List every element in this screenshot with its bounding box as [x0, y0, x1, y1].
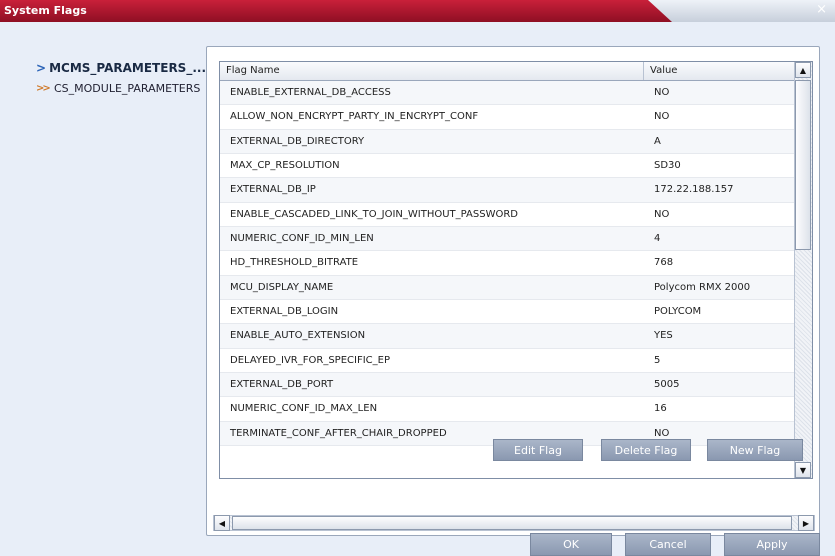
sidebar-item-mcms-parameters[interactable]: > MCMS_PARAMETERS_... — [36, 58, 206, 78]
cancel-button[interactable]: Cancel — [625, 533, 711, 556]
flag-name-cell: EXTERNAL_DB_IP — [230, 184, 316, 196]
table-body: ENABLE_EXTERNAL_DB_ACCESS NO ALLOW_NON_ENC… — [220, 81, 794, 447]
scroll-right-icon[interactable]: ▶ — [798, 515, 814, 531]
table-row[interactable]: HD_THRESHOLD_BITRATE 768 — [220, 251, 794, 276]
sidebar-item-label: MCMS_PARAMETERS_... — [49, 61, 206, 75]
apply-button[interactable]: Apply — [724, 533, 820, 556]
table-row[interactable]: EXTERNAL_DB_LOGIN POLYCOM — [220, 300, 794, 325]
table-row[interactable]: MCU_DISPLAY_NAME Polycom RMX 2000 — [220, 275, 794, 301]
column-header-flag-name[interactable]: Flag Name — [220, 62, 644, 80]
vertical-scrollbar[interactable]: ▲ ▼ — [794, 62, 812, 478]
flag-value-cell: NO — [654, 208, 670, 220]
delete-flag-button[interactable]: Delete Flag — [601, 439, 691, 461]
window-title: System Flags — [4, 4, 87, 17]
new-flag-button[interactable]: New Flag — [707, 439, 803, 461]
flag-name-cell: EXTERNAL_DB_PORT — [230, 379, 334, 391]
flag-name-cell: MCU_DISPLAY_NAME — [230, 281, 334, 293]
table-row[interactable]: EXTERNAL_DB_IP 172.22.188.157 — [220, 178, 794, 203]
scroll-left-icon[interactable]: ◀ — [214, 515, 230, 531]
horizontal-scroll-thumb[interactable] — [232, 516, 792, 530]
table-row[interactable]: ENABLE_EXTERNAL_DB_ACCESS NO — [220, 81, 794, 106]
title-bar: System Flags × — [0, 0, 835, 22]
flag-name-cell: EXTERNAL_DB_DIRECTORY — [230, 135, 365, 147]
flag-name-cell: ENABLE_EXTERNAL_DB_ACCESS — [230, 87, 391, 98]
flag-value-cell: POLYCOM — [654, 306, 702, 318]
flag-name-cell: ALLOW_NON_ENCRYPT_PARTY_IN_ENCRYPT_CONF — [230, 111, 479, 123]
double-arrow-right-icon: >> — [36, 82, 51, 94]
table-row[interactable]: EXTERNAL_DB_DIRECTORY A — [220, 129, 794, 155]
scroll-up-icon[interactable]: ▲ — [795, 62, 811, 78]
flag-value-cell: 16 — [654, 403, 667, 415]
arrow-right-icon: > — [36, 61, 47, 75]
flag-value-cell: 172.22.188.157 — [654, 184, 734, 196]
flag-value-cell: SD30 — [654, 160, 681, 172]
ok-button[interactable]: OK — [530, 533, 612, 556]
table-row[interactable]: DELAYED_IVR_FOR_SPECIFIC_EP 5 — [220, 349, 794, 374]
close-icon[interactable]: × — [816, 3, 827, 17]
flag-value-cell: 4 — [654, 233, 661, 245]
table-row[interactable]: EXTERNAL_DB_PORT 5005 — [220, 373, 794, 398]
flag-name-cell: NUMERIC_CONF_ID_MAX_LEN — [230, 403, 378, 415]
table-row[interactable]: ENABLE_CASCADED_LINK_TO_JOIN_WITHOUT_PAS… — [220, 203, 794, 228]
flag-name-cell: ENABLE_AUTO_EXTENSION — [230, 330, 366, 342]
sidebar-item-cs-module-parameters[interactable]: >> CS_MODULE_PARAMETERS — [36, 78, 206, 98]
flag-value-cell: 768 — [654, 257, 674, 269]
table-row[interactable]: NUMERIC_CONF_ID_MAX_LEN 16 — [220, 397, 794, 422]
table-row[interactable]: ENABLE_AUTO_EXTENSION YES — [220, 324, 794, 349]
vertical-scroll-thumb[interactable] — [795, 80, 811, 250]
content-panel: Flag Name Value ENABLE_EXTERNAL_DB_ACCES… — [206, 46, 820, 536]
flag-name-cell: HD_THRESHOLD_BITRATE — [230, 257, 359, 269]
flag-value-cell: NO — [654, 87, 670, 98]
flag-value-cell: Polycom RMX 2000 — [654, 281, 751, 293]
flag-name-cell: ENABLE_CASCADED_LINK_TO_JOIN_WITHOUT_PAS… — [230, 208, 518, 220]
edit-flag-button[interactable]: Edit Flag — [493, 439, 583, 461]
horizontal-scrollbar[interactable]: ◀ ▶ — [213, 515, 815, 531]
sidebar-item-label: CS_MODULE_PARAMETERS — [54, 81, 201, 95]
table-row[interactable]: ALLOW_NON_ENCRYPT_PARTY_IN_ENCRYPT_CONF N… — [220, 105, 794, 130]
flag-value-cell: 5 — [654, 354, 661, 366]
flag-value-cell: YES — [654, 330, 673, 342]
flag-value-cell: 5005 — [654, 379, 680, 391]
table-header: Flag Name Value — [220, 62, 794, 81]
flag-value-cell: A — [654, 135, 661, 147]
flag-value-cell: NO — [654, 111, 670, 123]
sidebar-nav: > MCMS_PARAMETERS_... >> CS_MODULE_PARAM… — [36, 58, 206, 98]
table-row[interactable]: MAX_CP_RESOLUTION SD30 — [220, 154, 794, 179]
title-bar-accent — [0, 0, 672, 22]
scroll-down-icon[interactable]: ▼ — [795, 462, 811, 478]
flag-name-cell: DELAYED_IVR_FOR_SPECIFIC_EP — [230, 354, 390, 366]
column-header-value[interactable]: Value — [644, 62, 794, 80]
flag-name-cell: EXTERNAL_DB_LOGIN — [230, 306, 339, 318]
flag-name-cell: NUMERIC_CONF_ID_MIN_LEN — [230, 233, 374, 245]
table-row[interactable]: NUMERIC_CONF_ID_MIN_LEN 4 — [220, 227, 794, 252]
flags-table: Flag Name Value ENABLE_EXTERNAL_DB_ACCES… — [219, 61, 813, 479]
flag-name-cell: MAX_CP_RESOLUTION — [230, 160, 340, 172]
